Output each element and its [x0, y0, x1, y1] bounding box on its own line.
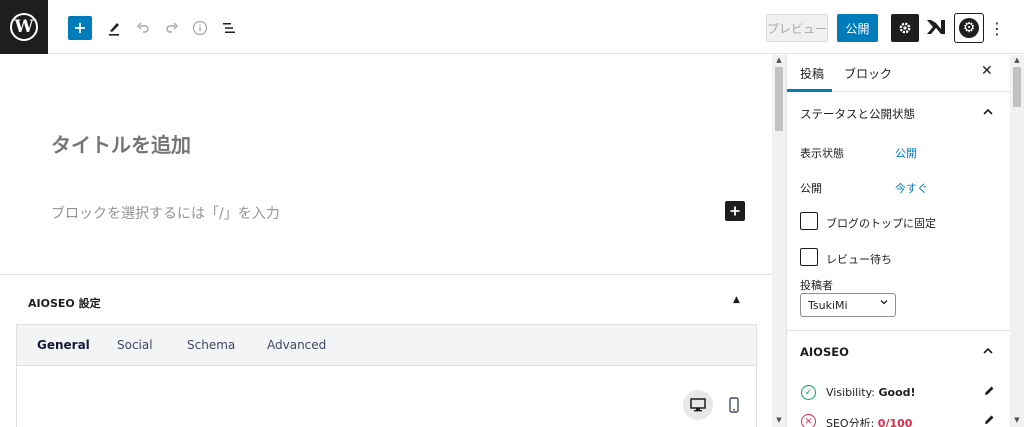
aioseo-settings-title: AIOSEO 設定 [28, 297, 101, 310]
publish-button[interactable]: 公開 [837, 14, 878, 42]
details-button[interactable] [188, 16, 212, 40]
tab-advanced[interactable]: Advanced [267, 338, 326, 352]
tab-block[interactable]: ブロック [844, 65, 892, 82]
editor-canvas: タイトルを追加 ブロックを選択するには「/」を入力 AIOSEO 設定 ▲ Ge… [0, 55, 772, 427]
panel-divider [787, 330, 1010, 331]
plus-icon [730, 206, 740, 216]
desktop-preview-button[interactable] [683, 390, 713, 420]
edit-seo-icon[interactable] [983, 414, 995, 427]
error-circle-icon: ✕ [801, 414, 816, 427]
aioseo-tab-bar: General Social Schema Advanced [16, 324, 757, 366]
post-title-input[interactable]: タイトルを追加 [51, 129, 191, 158]
check-circle-icon: ✓ [801, 385, 816, 400]
chevron-up-icon[interactable] [983, 345, 993, 358]
inline-add-block-button[interactable] [725, 201, 745, 221]
visibility-status-value: Good! [878, 386, 916, 399]
list-view-icon [223, 23, 235, 33]
chevron-up-icon[interactable] [983, 106, 993, 119]
pencil-icon [109, 23, 119, 36]
settings-button[interactable] [891, 14, 919, 42]
collapse-toggle-icon[interactable]: ▲ [733, 295, 740, 305]
edit-visibility-icon[interactable] [983, 385, 995, 400]
author-select[interactable]: TsukiMi [800, 293, 896, 317]
tools-button[interactable] [102, 16, 126, 40]
more-vertical-icon[interactable]: ⋮ [989, 16, 1005, 40]
gear-icon [899, 22, 911, 34]
add-block-button[interactable] [68, 16, 92, 40]
sticky-label: ブログのトップに固定 [826, 217, 936, 230]
block-editor: W プレビュー 公開 ⚙ ⋮ タイトルを追加 ブロックを選択するには「/」を入力… [0, 0, 1024, 427]
canvas-scrollbar[interactable]: ▲ ▼ [772, 55, 786, 427]
active-tab-indicator [787, 89, 832, 92]
mobile-icon [729, 397, 739, 413]
aioseo-toolbar-button[interactable]: ⚙ [954, 13, 984, 43]
mobile-preview-button[interactable] [726, 395, 742, 415]
author-value: TsukiMi [808, 298, 848, 312]
aioseo-settings-box: AIOSEO 設定 ▲ General Social Schema Advanc… [0, 274, 772, 427]
tab-social[interactable]: Social [117, 338, 153, 352]
redo-button[interactable] [160, 16, 184, 40]
visibility-status-prefix: Visibility: [826, 386, 879, 399]
aioseo-tab-content [16, 365, 757, 427]
pending-review-checkbox[interactable] [800, 248, 818, 266]
undo-button[interactable] [131, 16, 155, 40]
seo-score-prefix: SEO分析: [826, 417, 878, 427]
plus-icon [75, 23, 85, 33]
seo-score-status: SEO分析: 0/100 [826, 415, 912, 427]
sidebar-tabs: 投稿 ブロック ✕ [787, 55, 1010, 92]
block-appender-placeholder[interactable]: ブロックを選択するには「/」を入力 [51, 203, 280, 223]
info-icon [192, 20, 208, 36]
status-panel-title[interactable]: ステータスと公開状態 [800, 106, 915, 122]
close-icon[interactable]: ✕ [981, 63, 993, 79]
undo-icon [136, 22, 149, 33]
author-label: 投稿者 [800, 279, 833, 292]
visibility-status: Visibility: Good! [826, 386, 916, 399]
plugin-m-icon[interactable] [925, 16, 947, 40]
aioseo-gear-icon: ⚙ [959, 18, 979, 38]
sticky-checkbox[interactable] [800, 212, 818, 230]
wordpress-logo-icon[interactable]: W [0, 0, 48, 54]
editor-toolbar: W プレビュー 公開 ⚙ ⋮ [0, 0, 1024, 54]
publish-label: 公開 [800, 182, 822, 195]
tab-general[interactable]: General [37, 338, 90, 352]
visibility-link[interactable]: 公開 [895, 145, 917, 161]
redo-icon [166, 22, 179, 33]
tab-post[interactable]: 投稿 [800, 65, 824, 82]
list-view-button[interactable] [217, 16, 241, 40]
chevron-down-icon [880, 298, 888, 309]
tab-schema[interactable]: Schema [187, 338, 235, 352]
seo-score-value: 0/100 [877, 417, 913, 427]
preview-button[interactable]: プレビュー [766, 14, 828, 42]
desktop-icon [690, 398, 706, 412]
aioseo-panel-title[interactable]: AIOSEO [800, 345, 849, 359]
settings-sidebar: 投稿 ブロック ✕ ステータスと公開状態 表示状態 公開 公開 今すぐ ブログの… [786, 55, 1010, 427]
sidebar-scrollbar[interactable]: ▲ ▼ [1010, 55, 1024, 427]
visibility-label: 表示状態 [800, 147, 844, 160]
publish-date-link[interactable]: 今すぐ [895, 180, 928, 196]
pending-review-label: レビュー待ち [826, 253, 892, 266]
